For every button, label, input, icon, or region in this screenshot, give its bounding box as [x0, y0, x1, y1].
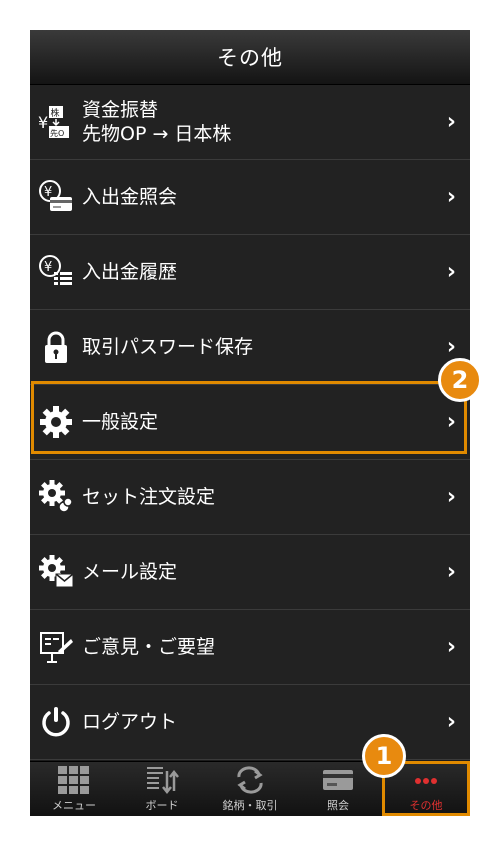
- menu-item-trade-password[interactable]: 取引パスワード保存 ›: [30, 310, 470, 385]
- grid-icon: [57, 765, 91, 795]
- menu-label-deposit-history: 入出金履歴: [82, 261, 178, 283]
- svg-text:先O: 先O: [50, 128, 64, 138]
- gear-set-icon: [38, 479, 74, 515]
- chevron-right-icon: ›: [446, 559, 456, 585]
- page-title: その他: [217, 46, 283, 70]
- tab-menu[interactable]: メニュー: [30, 762, 118, 816]
- menu-label-logout: ログアウト: [82, 711, 178, 733]
- chevron-right-icon: ›: [446, 109, 456, 135]
- tab-label: 銘柄・取引: [222, 799, 278, 812]
- tab-label: 照会: [327, 799, 349, 812]
- feedback-icon: [38, 629, 74, 665]
- tab-stock-trade[interactable]: 銘柄・取引: [206, 762, 294, 816]
- menu-label-set-order-settings: セット注文設定: [82, 486, 216, 508]
- chevron-right-icon: ›: [446, 334, 456, 360]
- tab-board[interactable]: ボード: [118, 762, 206, 816]
- power-icon: [38, 704, 74, 740]
- yen-card-icon: ¥: [38, 179, 74, 215]
- menu-item-set-order-settings[interactable]: セット注文設定 ›: [30, 460, 470, 535]
- menu-item-mail-settings[interactable]: メール設定 ›: [30, 535, 470, 610]
- highlight-general-settings: [31, 381, 467, 454]
- menu-label-fund-transfer: 資金振替: [82, 99, 159, 121]
- card-icon: [321, 765, 355, 795]
- menu-item-deposit-history[interactable]: ¥ 入出金履歴 ›: [30, 235, 470, 310]
- svg-text:¥: ¥: [38, 113, 48, 132]
- menu-sublabel-fund-transfer: 先物OP → 日本株: [82, 123, 232, 145]
- svg-text:¥: ¥: [44, 260, 52, 275]
- board-icon: [145, 765, 179, 795]
- menu-label-feedback: ご意見・ご要望: [82, 636, 216, 658]
- yen-list-icon: ¥: [38, 254, 74, 290]
- menu-label-trade-password: 取引パスワード保存: [82, 336, 254, 358]
- svg-text:株: 株: [51, 107, 60, 119]
- menu-item-deposit-inquiry[interactable]: ¥ 入出金照会 ›: [30, 160, 470, 235]
- chevron-right-icon: ›: [446, 184, 456, 210]
- menu-label-deposit-inquiry: 入出金照会: [82, 186, 178, 208]
- lock-icon: [38, 329, 74, 365]
- step-badge-1: 1: [362, 734, 406, 778]
- chevron-right-icon: ›: [446, 634, 456, 660]
- swap-icon: [233, 765, 267, 795]
- chevron-right-icon: ›: [446, 484, 456, 510]
- transfer-yen-icon: ¥ 株 先O: [38, 104, 74, 140]
- chevron-right-icon: ›: [446, 259, 456, 285]
- gear-mail-icon: [38, 554, 74, 590]
- header-bar: その他: [30, 30, 470, 85]
- tab-label: メニュー: [52, 799, 96, 812]
- chevron-right-icon: ›: [446, 709, 456, 735]
- menu-item-fund-transfer[interactable]: ¥ 株 先O 資金振替 先物OP → 日本株 ›: [30, 85, 470, 160]
- tab-label: ボード: [145, 799, 179, 812]
- menu-item-feedback[interactable]: ご意見・ご要望 ›: [30, 610, 470, 685]
- menu-label-mail-settings: メール設定: [82, 561, 178, 583]
- step-badge-2: 2: [438, 358, 482, 402]
